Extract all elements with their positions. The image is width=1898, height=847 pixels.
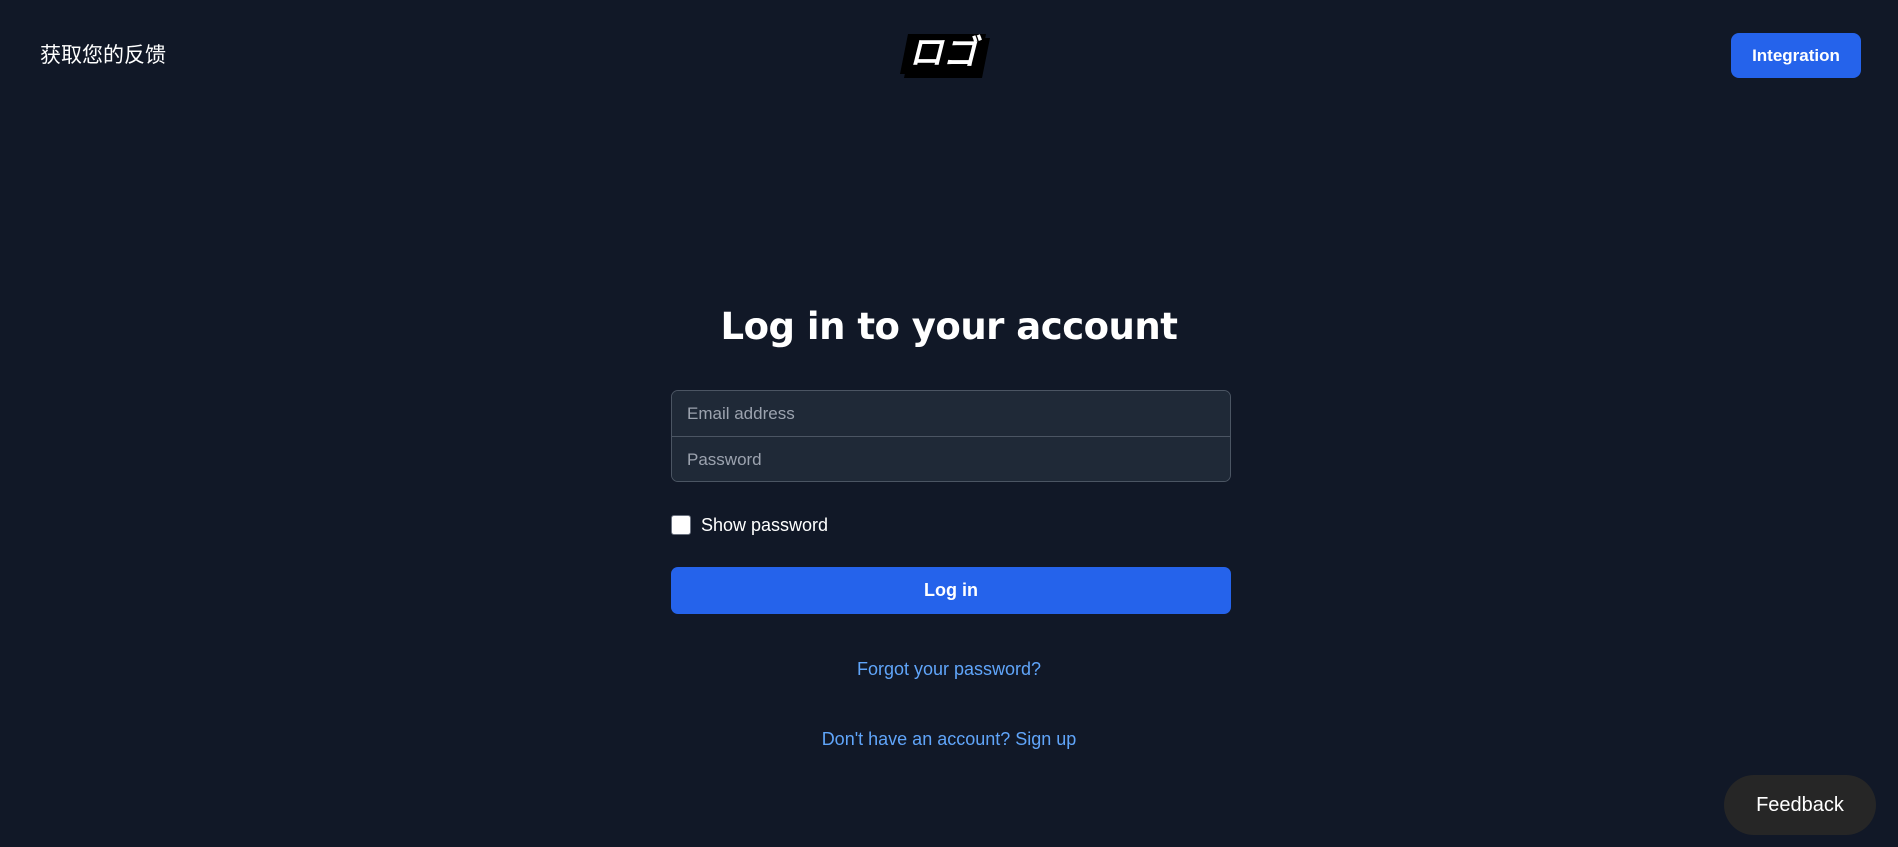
show-password-checkbox[interactable]	[671, 515, 691, 535]
logo[interactable]: ロゴ	[898, 28, 990, 80]
feedback-button[interactable]: Feedback	[1724, 775, 1876, 835]
forgot-password-link[interactable]: Forgot your password?	[0, 659, 1898, 680]
page-title: Log in to your account	[720, 305, 1178, 348]
password-input[interactable]	[672, 437, 1230, 481]
email-input[interactable]	[672, 391, 1230, 436]
login-button[interactable]: Log in	[671, 567, 1231, 614]
integration-button[interactable]: Integration	[1731, 33, 1861, 78]
show-password-label: Show password	[701, 514, 829, 535]
signup-link[interactable]: Don't have an account? Sign up	[0, 729, 1898, 750]
brand-text: 获取您的反馈	[40, 43, 166, 67]
credentials-group	[671, 390, 1231, 482]
logo-text: ロゴ	[909, 33, 982, 73]
header: 获取您的反馈 ロゴ Integration	[0, 0, 1898, 110]
show-password-toggle[interactable]: Show password	[671, 514, 828, 536]
